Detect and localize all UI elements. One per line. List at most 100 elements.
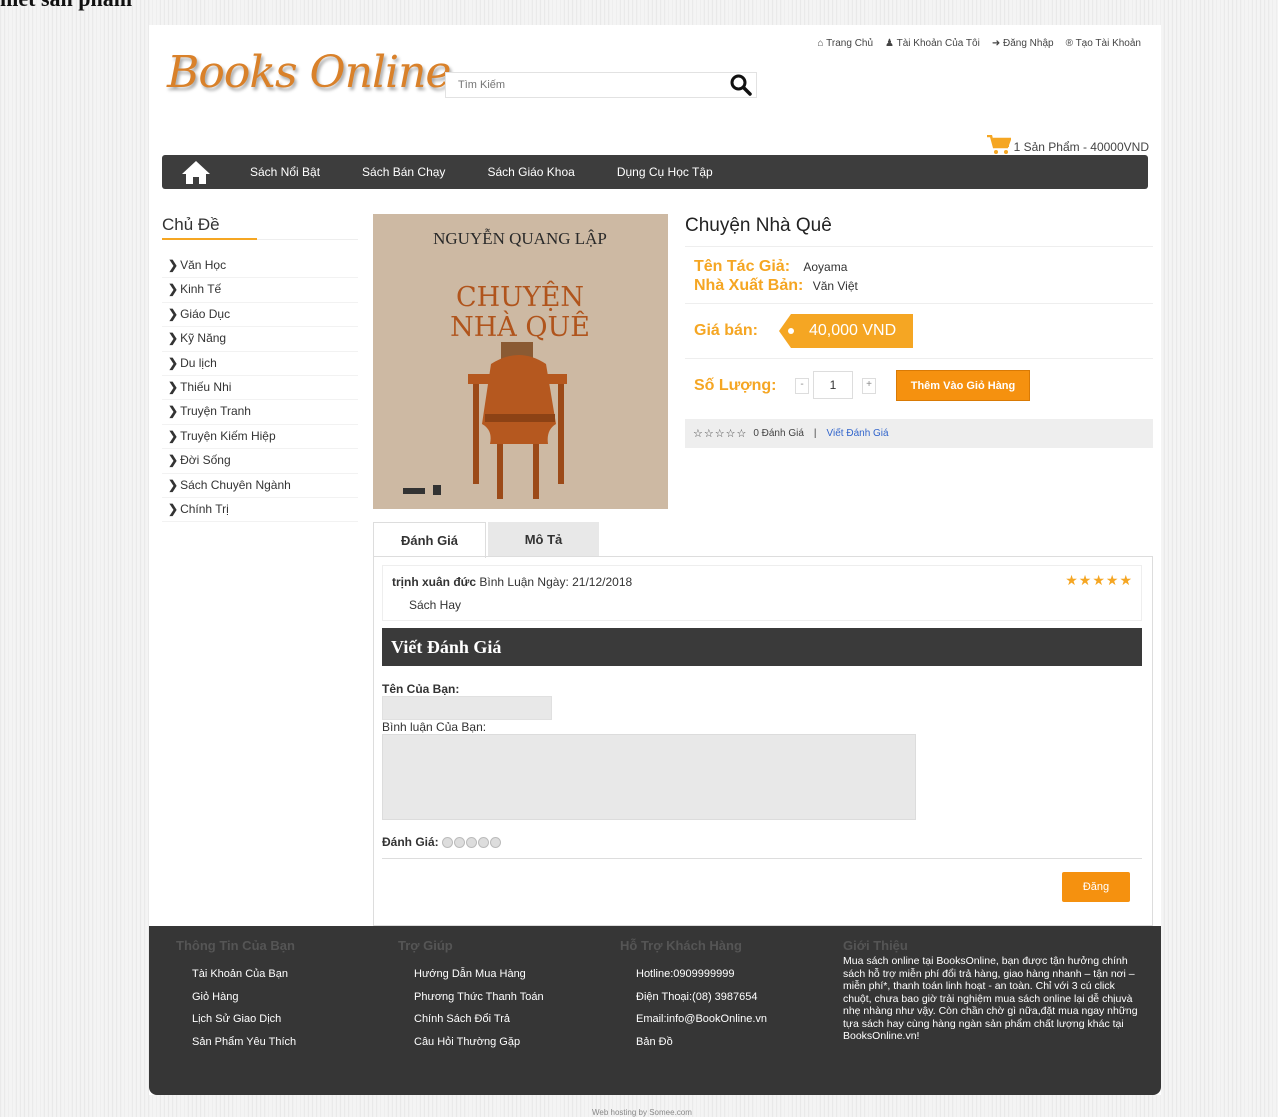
search-icon[interactable] (729, 73, 753, 97)
footer-link[interactable]: Bản Đồ (636, 1031, 767, 1054)
sidebar-item[interactable]: ❯ Kinh Tế (162, 278, 358, 303)
price-label: Giá bán: (694, 322, 759, 339)
quantity-increase-button[interactable]: + (862, 378, 876, 394)
footer-link[interactable]: Sản Phẩm Yêu Thích (192, 1031, 296, 1054)
top-link-label: Tài Khoản Của Tôi (896, 38, 980, 49)
author-row: Tên Tác Giả: Aoyama (694, 258, 847, 276)
chevron-right-icon: ❯ (168, 501, 179, 516)
sidebar-item-label: Kinh Tế (180, 282, 222, 297)
search-input[interactable] (445, 72, 757, 98)
sidebar-item[interactable]: ❯ Kỹ Năng (162, 327, 358, 352)
price-value: 40,000 VND (809, 322, 897, 339)
chevron-right-icon: ❯ (168, 453, 179, 468)
sidebar-item-label: Giáo Dục (180, 306, 231, 321)
review-meta: Bình Luận Ngày: 21/12/2018 (479, 575, 633, 589)
top-link-account[interactable]: ♟ Tài Khoản Của Tôi (885, 38, 980, 49)
top-link-home[interactable]: ⌂ Trang Chủ (818, 38, 874, 49)
quantity-input[interactable]: 1 (813, 371, 853, 399)
sidebar-item[interactable]: ❯ Sách Chuyên Ngành (162, 474, 358, 498)
sidebar-item-label: Du lịch (180, 355, 217, 370)
footer-link[interactable]: Giỏ Hàng (192, 986, 296, 1009)
comment-label: Bình luận Của Bạn: (382, 720, 487, 734)
main-nav: Sách Nổi Bật Sách Bán Chạy Sách Giáo Kho… (162, 155, 1148, 189)
footer-about-text: Mua sách online tại BooksOnline, bạn đượ… (843, 955, 1138, 1042)
sidebar-item[interactable]: ❯ Chính Trị (162, 498, 358, 523)
top-link-login[interactable]: ➜ Đăng Nhập (992, 38, 1054, 49)
sidebar-item[interactable]: ❯ Đời Sống (162, 449, 358, 474)
footer-link[interactable]: Phương Thức Thanh Toán (414, 986, 544, 1009)
tab-reviews[interactable]: Đánh Giá (373, 522, 486, 558)
cover-title-line2: NHÀ QUÊ (450, 310, 590, 343)
cart-text: 1 Sản Phẩm - 40000VND (1013, 139, 1149, 154)
rating-radio-2[interactable] (454, 837, 466, 849)
nav-item-textbooks[interactable]: Sách Giáo Khoa (487, 165, 574, 179)
review-text: Sách Hay (409, 598, 462, 612)
nav-home-icon[interactable] (172, 157, 220, 187)
rating-input-row: Đánh Giá: (382, 835, 502, 849)
nav-item-supplies[interactable]: Dụng Cụ Học Tập (617, 165, 713, 179)
divider (685, 303, 1153, 304)
rating-radio-5[interactable] (490, 837, 502, 849)
sidebar-item-label: Văn Học (180, 258, 227, 272)
chevron-right-icon: ❯ (168, 282, 179, 297)
footer-col-title: Hỗ Trợ Khách Hàng (620, 938, 742, 953)
footer-link[interactable]: Câu Hỏi Thường Gặp (414, 1031, 544, 1054)
author-value: Aoyama (803, 260, 848, 274)
sidebar-item[interactable]: ❯ Thiếu Nhi (162, 376, 358, 401)
footer-link[interactable]: Chính Sách Đổi Trả (414, 1008, 544, 1031)
footer-link[interactable]: Hotline:0909999999 (636, 963, 767, 986)
product-title: Chuyện Nhà Quê (685, 215, 832, 236)
rating-stars: ☆☆☆☆☆ (693, 428, 748, 440)
quantity-decrease-button[interactable]: - (795, 378, 809, 394)
nav-item-featured[interactable]: Sách Nổi Bật (250, 165, 320, 179)
sidebar-item[interactable]: ❯ Văn Học (162, 254, 358, 279)
sidebar-item-label: Chính Trị (180, 501, 229, 516)
sidebar-item[interactable]: ❯ Truyện Tranh (162, 400, 358, 425)
footer-link[interactable]: Tài Khoản Của Bạn (192, 963, 296, 986)
footer-col-title: Thông Tin Của Bạn (176, 938, 295, 953)
add-to-cart-button[interactable]: Thêm Vào Giỏ Hàng (896, 370, 1030, 401)
sidebar-item-label: Đời Sống (180, 453, 231, 468)
author-label: Tên Tác Giả: (694, 258, 791, 275)
footer-link[interactable]: Hướng Dẫn Mua Hàng (414, 963, 544, 986)
tab-description[interactable]: Mô Tả (488, 522, 599, 557)
footer-col-title: Trợ Giúp (398, 938, 453, 953)
sidebar-item-label: Thiếu Nhi (180, 379, 232, 394)
nav-item-bestseller[interactable]: Sách Bán Chạy (362, 165, 445, 179)
page-container: Books Online ⌂ Trang Chủ ♟ Tài Khoản Của… (149, 25, 1161, 1095)
rating-count: 0 Đánh Giá (753, 428, 804, 439)
sidebar-item[interactable]: ❯ Truyện Kiếm Hiệp (162, 425, 358, 450)
chevron-right-icon: ❯ (168, 355, 179, 370)
footer-col-help: Trợ Giúp Hướng Dẫn Mua Hàng Phương Thức … (398, 938, 544, 1053)
footer-link[interactable]: Email:info@BookOnline.vn (636, 1008, 767, 1031)
footer-link[interactable]: Lịch Sử Giao Dịch (192, 1008, 296, 1031)
sidebar-item[interactable]: ❯ Du lịch (162, 352, 358, 376)
top-link-register[interactable]: ® Tạo Tài Khoản (1066, 38, 1141, 49)
chevron-right-icon: ❯ (168, 306, 179, 321)
cover-title-line1: CHUYỆN (456, 280, 584, 313)
sidebar-title: Chủ Đề (162, 215, 358, 240)
sidebar-item-label: Sách Chuyên Ngành (180, 477, 291, 492)
write-review-link[interactable]: Viết Đánh Giá (827, 428, 889, 439)
top-link-label: Trang Chủ (826, 38, 874, 49)
write-review-heading: Viết Đánh Giá (382, 628, 1142, 666)
sidebar-item-label: Kỹ Năng (180, 331, 227, 346)
review-header: trịnh xuân đức Bình Luận Ngày: 21/12/201… (392, 575, 632, 589)
home-icon: ⌂ (817, 38, 824, 49)
comment-textarea[interactable] (382, 734, 916, 820)
name-input[interactable] (382, 696, 552, 720)
divider (685, 246, 1153, 247)
rating-radio-3[interactable] (466, 837, 478, 849)
sidebar-item[interactable]: ❯ Giáo Dục (162, 303, 358, 328)
rating-radio-4[interactable] (478, 837, 490, 849)
publisher-value: Văn Việt (812, 279, 858, 293)
divider (382, 858, 1142, 859)
rating-separator: | (813, 428, 817, 439)
site-logo[interactable]: Books Online (167, 47, 451, 98)
rating-bar: ☆☆☆☆☆ 0 Đánh Giá | Viết Đánh Giá (685, 419, 1153, 448)
footer-col-support: Hỗ Trợ Khách Hàng Hotline:0909999999 Điệ… (620, 938, 767, 1053)
post-review-button[interactable]: Đăng (1062, 872, 1130, 902)
footer-link[interactable]: Điện Thoại:(08) 3987654 (636, 986, 767, 1009)
rating-radio-1[interactable] (442, 837, 454, 849)
sidebar-item-label: Truyện Tranh (180, 404, 251, 419)
